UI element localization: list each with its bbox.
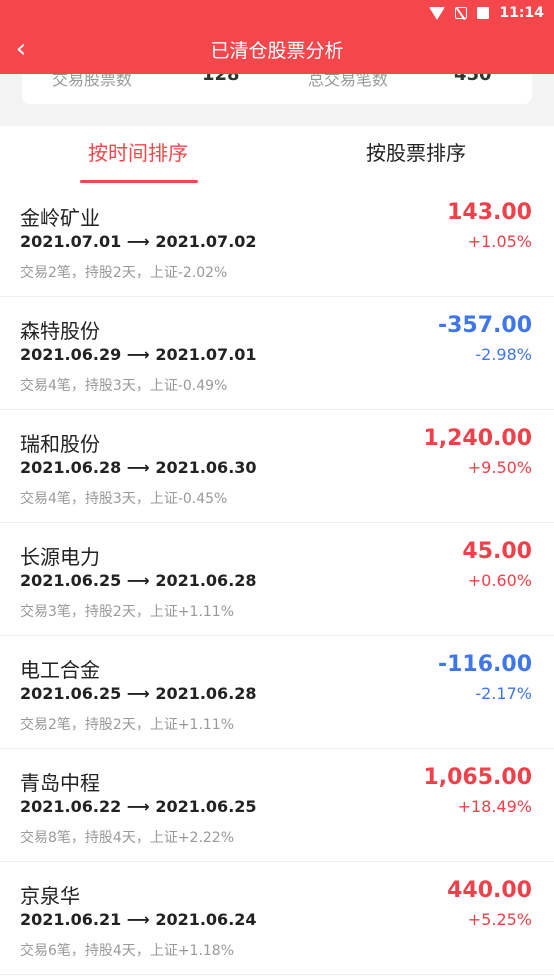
cleared-stock-list: 金岭矿业 2021.07.01 ⟶ 2021.07.02 交易2笔，持股2天，上… — [0, 184, 554, 979]
list-item[interactable]: 长源电力 2021.06.25 ⟶ 2021.06.28 交易3笔，持股2天，上… — [0, 523, 554, 636]
profit-amount: 1,065.00 — [423, 765, 532, 790]
tab-sort-by-time[interactable]: 按时间排序 — [78, 138, 198, 168]
arrow-icon: ⟶ — [126, 910, 150, 929]
holding-period: 2021.06.21 ⟶ 2021.06.24 — [20, 910, 257, 929]
end-date: 2021.07.01 — [155, 345, 257, 364]
trade-summary: 交易3笔，持股2天，上证+1.11% — [20, 604, 235, 620]
arrow-icon: ⟶ — [126, 684, 150, 703]
start-date: 2021.06.21 — [20, 910, 122, 929]
profit-amount: 143.00 — [447, 200, 532, 225]
stock-name: 电工合金 — [20, 658, 100, 682]
holding-period: 2021.06.28 ⟶ 2021.06.30 — [20, 458, 257, 477]
profit-percent: +18.49% — [457, 797, 532, 816]
active-tab-indicator — [80, 180, 198, 183]
stock-name: 长源电力 — [20, 545, 100, 569]
start-date: 2021.06.25 — [20, 571, 122, 590]
list-item[interactable]: 瑞和股份 2021.06.28 ⟶ 2021.06.30 交易4笔，持股3天，上… — [0, 410, 554, 523]
stock-name: 青岛中程 — [20, 771, 100, 795]
arrow-icon: ⟶ — [126, 345, 150, 364]
holding-period: 2021.07.01 ⟶ 2021.07.02 — [20, 232, 257, 251]
profit-amount: 1,240.00 — [423, 426, 532, 451]
trade-summary: 交易2笔，持股2天，上证+1.11% — [20, 717, 235, 733]
sort-tabs: 按时间排序 按股票排序 — [0, 126, 554, 184]
stocks-count-value: 128 — [202, 74, 240, 85]
list-item[interactable]: 电工合金 2021.06.25 ⟶ 2021.06.28 交易2笔，持股2天，上… — [0, 636, 554, 749]
end-date: 2021.06.28 — [155, 684, 257, 703]
trade-summary: 交易8笔，持股4天，上证+2.22% — [20, 830, 235, 846]
start-date: 2021.06.28 — [20, 458, 122, 477]
arrow-icon: ⟶ — [126, 458, 150, 477]
holding-period: 2021.06.29 ⟶ 2021.07.01 — [20, 345, 257, 364]
page-title: 已清仓股票分析 — [210, 40, 344, 62]
profit-percent: -2.98% — [475, 345, 532, 364]
start-date: 2021.07.01 — [20, 232, 122, 251]
summary-card: 交易股票数 128 总交易笔数 450 — [22, 74, 532, 104]
stock-name: 瑞和股份 — [20, 432, 100, 456]
trades-count-value: 450 — [454, 74, 492, 85]
stocks-count-label: 交易股票数 — [52, 74, 133, 89]
start-date: 2021.06.25 — [20, 684, 122, 703]
profit-percent: +1.05% — [467, 232, 532, 251]
list-item[interactable]: 金岭矿业 2021.07.01 ⟶ 2021.07.02 交易2笔，持股2天，上… — [0, 184, 554, 297]
tab-sort-by-stock[interactable]: 按股票排序 — [354, 138, 478, 168]
holding-period: 2021.06.22 ⟶ 2021.06.25 — [20, 797, 257, 816]
profit-amount: 440.00 — [447, 878, 532, 903]
trade-summary: 交易4笔，持股3天，上证-0.45% — [20, 491, 228, 507]
trades-count-label: 总交易笔数 — [308, 74, 389, 89]
profit-amount: -116.00 — [437, 652, 532, 677]
end-date: 2021.06.30 — [155, 458, 257, 477]
status-bar: 11:14 — [429, 3, 544, 23]
profit-percent: +9.50% — [467, 458, 532, 477]
wifi-icon — [429, 6, 446, 20]
end-date: 2021.06.28 — [155, 571, 257, 590]
battery-icon — [477, 7, 490, 19]
trade-summary: 交易2笔，持股2天，上证-2.02% — [20, 265, 228, 281]
arrow-icon: ⟶ — [126, 571, 150, 590]
end-date: 2021.06.24 — [155, 910, 257, 929]
list-item[interactable]: 青岛中程 2021.06.22 ⟶ 2021.06.25 交易8笔，持股4天，上… — [0, 749, 554, 862]
list-item[interactable]: 京泉华 2021.06.21 ⟶ 2021.06.24 交易6笔，持股4天，上证… — [0, 862, 554, 975]
status-time: 11:14 — [499, 5, 544, 21]
holding-period: 2021.06.25 ⟶ 2021.06.28 — [20, 684, 257, 703]
profit-percent: +0.60% — [467, 571, 532, 590]
stock-name: 金岭矿业 — [20, 206, 100, 230]
stock-name: 京泉华 — [20, 884, 80, 908]
stock-name: 森特股份 — [20, 319, 100, 343]
start-date: 2021.06.29 — [20, 345, 122, 364]
arrow-icon: ⟶ — [126, 232, 150, 251]
arrow-icon: ⟶ — [126, 797, 150, 816]
profit-amount: 45.00 — [462, 539, 532, 564]
trade-summary: 交易6笔，持股4天，上证+1.18% — [20, 943, 235, 959]
holding-period: 2021.06.25 ⟶ 2021.06.28 — [20, 571, 257, 590]
profit-percent: +5.25% — [467, 910, 532, 929]
end-date: 2021.06.25 — [155, 797, 257, 816]
app-header: 11:14 ‹ 已清仓股票分析 — [0, 0, 554, 74]
start-date: 2021.06.22 — [20, 797, 122, 816]
list-item[interactable]: 森特股份 2021.06.29 ⟶ 2021.07.01 交易4笔，持股3天，上… — [0, 297, 554, 410]
profit-percent: -2.17% — [475, 684, 532, 703]
no-sim-icon — [455, 7, 468, 19]
end-date: 2021.07.02 — [155, 232, 257, 251]
profit-amount: -357.00 — [437, 313, 532, 338]
trade-summary: 交易4笔，持股3天，上证-0.49% — [20, 378, 228, 394]
